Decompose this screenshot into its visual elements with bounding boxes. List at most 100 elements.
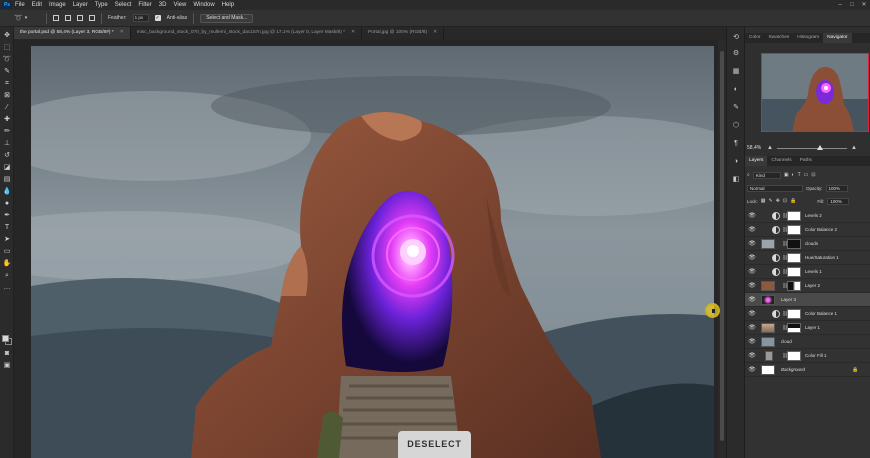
antialias-checkbox[interactable]: ✓ (154, 15, 161, 21)
pen-tool-icon[interactable]: ✒ (2, 211, 12, 221)
layer-mask-thumbnail[interactable] (787, 267, 801, 277)
zoom-in-icon[interactable]: ▲ (851, 145, 857, 151)
menu-edit[interactable]: Edit (32, 2, 42, 8)
color-wheel-icon[interactable]: ◑ (731, 157, 741, 167)
close-icon[interactable]: ✕ (433, 27, 437, 39)
lasso-tool-icon[interactable]: ➰ (2, 55, 12, 65)
history-brush-icon[interactable]: ↺ (2, 151, 12, 161)
tab-navigator[interactable]: Navigator (823, 33, 852, 43)
tab-layers[interactable]: Layers (745, 156, 768, 166)
quick-mask-icon[interactable]: ◙ (2, 349, 12, 359)
layer-mask-thumbnail[interactable] (787, 225, 801, 235)
tab-color[interactable]: Color (745, 33, 764, 43)
layer-row[interactable]: 👁 ⛓ Color Fill 1 (745, 349, 870, 363)
marquee-tool-icon[interactable]: ⬚ (2, 43, 12, 53)
frame-tool-icon[interactable]: ⊠ (2, 91, 12, 101)
layer-mask-thumbnail[interactable] (787, 253, 801, 263)
new-selection-icon[interactable] (53, 15, 59, 21)
clone-stamp-icon[interactable]: ⊥ (2, 139, 12, 149)
gradient-tool-icon[interactable]: ▤ (2, 175, 12, 185)
visibility-eye-icon[interactable]: 👁 (748, 268, 756, 276)
layer-thumbnail[interactable] (761, 239, 775, 249)
type-tool-icon[interactable]: T (2, 223, 12, 233)
dodge-tool-icon[interactable]: ● (2, 199, 12, 209)
close-icon[interactable]: ✕ (120, 27, 124, 39)
lock-transparency-icon[interactable]: ▦ (761, 198, 766, 204)
menu-file[interactable]: File (15, 2, 25, 8)
visibility-eye-icon[interactable]: 👁 (748, 226, 756, 234)
eyedropper-tool-icon[interactable]: ⁄ (2, 103, 12, 113)
layer-row[interactable]: 👁 ⛓ Layer 1 (745, 321, 870, 335)
close-icon[interactable]: ✕ (351, 27, 355, 39)
close-button[interactable]: ✕ (858, 0, 870, 10)
filter-type-icon[interactable]: T (798, 172, 801, 178)
zoom-tool-icon[interactable]: ⌕ (2, 271, 12, 281)
menu-image[interactable]: Image (49, 2, 66, 8)
menu-select[interactable]: Select (115, 2, 132, 8)
layer-name[interactable]: Color Fill 1 (805, 353, 827, 358)
layer-row[interactable]: 👁 ⛓ Color Balance 2 (745, 223, 870, 237)
visibility-eye-icon[interactable]: 👁 (748, 282, 756, 290)
layers-icon[interactable]: ◧ (731, 175, 741, 185)
menu-view[interactable]: View (173, 2, 186, 8)
layer-thumbnail[interactable] (761, 365, 775, 375)
zoom-slider-handle[interactable] (816, 144, 823, 150)
lock-position-icon[interactable]: ✥ (776, 198, 780, 204)
scrollbar-thumb[interactable] (720, 51, 724, 441)
canvas-image[interactable] (31, 46, 714, 458)
screen-mode-icon[interactable]: ▣ (2, 361, 12, 371)
brush-settings-icon[interactable]: ✎ (731, 103, 741, 113)
tab-document-2[interactable]: misc_background_stock_070_by_mullerni_st… (131, 27, 363, 39)
path-select-tool-icon[interactable]: ➤ (2, 235, 12, 245)
menu-window[interactable]: Window (193, 2, 214, 8)
tab-paths[interactable]: Paths (796, 156, 816, 166)
layer-name[interactable]: Background (781, 367, 805, 372)
layer-name[interactable]: Layer 1 (805, 325, 820, 330)
visibility-eye-icon[interactable]: 👁 (748, 212, 756, 220)
layer-name[interactable]: clouds (805, 241, 818, 246)
filter-pixel-icon[interactable]: ▣ (784, 172, 789, 178)
fill-input[interactable]: 100% (827, 197, 850, 205)
tab-document-1[interactable]: the portal.psd @ 58,4% (Layer 3, RGB/8#)… (14, 27, 131, 39)
layer-name[interactable]: Color Balance 2 (805, 227, 837, 232)
canvas-scrollbar[interactable] (718, 39, 726, 458)
tab-swatches[interactable]: Swatches (764, 33, 793, 43)
eraser-tool-icon[interactable]: ◪ (2, 163, 12, 173)
tab-histogram[interactable]: Histogram (793, 33, 823, 43)
layer-row[interactable]: 👁 cloud (745, 335, 870, 349)
layer-mask-thumbnail[interactable] (787, 309, 801, 319)
visibility-eye-icon[interactable]: 👁 (748, 338, 756, 346)
move-tool-icon[interactable]: ✥ (2, 31, 12, 41)
layer-row[interactable]: 👁 ⛓ Color Balance 1 (745, 307, 870, 321)
paragraph-icon[interactable]: ¶ (731, 139, 741, 149)
layer-row[interactable]: 👁 ⛓ clouds (745, 237, 870, 251)
menu-layer[interactable]: Layer (73, 2, 88, 8)
libraries-icon[interactable]: ▦ (731, 67, 741, 77)
zoom-out-icon[interactable]: ▲ (767, 145, 773, 151)
blend-mode-select[interactable]: Normal (747, 184, 803, 192)
visibility-eye-icon[interactable]: 👁 (748, 310, 756, 318)
adjustments-icon[interactable]: ◐ (731, 85, 741, 95)
intersect-selection-icon[interactable] (89, 15, 95, 21)
hand-tool-icon[interactable]: ✋ (2, 259, 12, 269)
rectangle-tool-icon[interactable]: ▭ (2, 247, 12, 257)
lock-pixels-icon[interactable]: ✎ (769, 198, 773, 204)
menu-filter[interactable]: Filter (138, 2, 151, 8)
filter-smart-icon[interactable]: ⊡ (811, 172, 815, 178)
quick-select-tool-icon[interactable]: ✎ (2, 67, 12, 77)
layer-thumbnail[interactable] (761, 281, 775, 291)
layer-row[interactable]: 👁 ⛓ Levels 1 (745, 265, 870, 279)
filter-kind-select[interactable]: Kind (752, 171, 781, 179)
tab-document-3[interactable]: Portal.jpg @ 100% (RGB/8) ✕ (362, 27, 445, 39)
foreground-color-swatch[interactable] (2, 335, 9, 342)
lock-icon[interactable]: 🔒 (852, 367, 858, 373)
layer-row-selected[interactable]: 👁 Layer 3 (745, 293, 870, 307)
layer-row[interactable]: 👁 ⛓ Layer 2 (745, 279, 870, 293)
layer-mask-thumbnail[interactable] (787, 211, 801, 221)
healing-brush-icon[interactable]: ✚ (2, 115, 12, 125)
add-selection-icon[interactable] (65, 15, 71, 21)
fill-thumbnail[interactable] (765, 351, 773, 361)
visibility-eye-icon[interactable]: 👁 (748, 324, 756, 332)
crop-tool-icon[interactable]: ⌗ (2, 79, 12, 89)
layer-mask-thumbnail[interactable] (787, 239, 801, 249)
